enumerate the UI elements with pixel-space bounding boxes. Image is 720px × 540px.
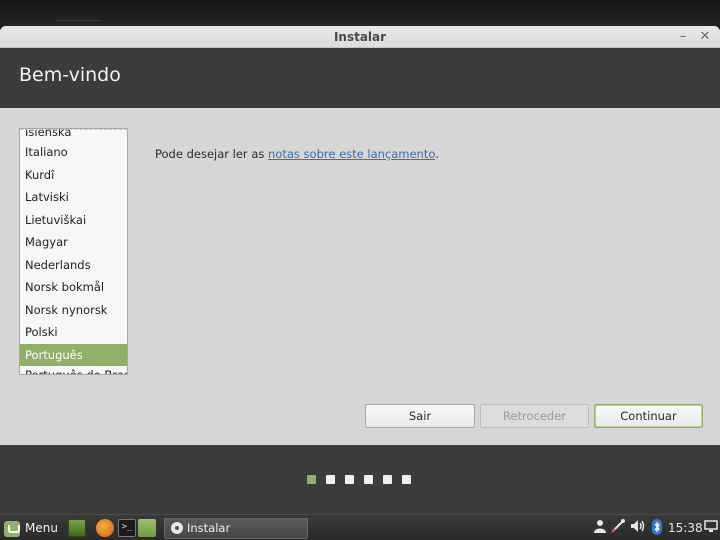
back-button[interactable]: Retroceder [480, 404, 589, 428]
release-note-suffix: . [435, 147, 439, 161]
user-icon[interactable] [592, 519, 608, 537]
language-item[interactable]: Português do Brasil [20, 366, 127, 374]
page-header: Bem-vindo [0, 48, 720, 108]
language-item[interactable]: Polski [20, 321, 127, 344]
language-list[interactable]: Íslenska Italiano Kurdî Latviski Lietuviškai… [19, 128, 128, 375]
firefox-icon[interactable] [96, 519, 114, 537]
release-note-prefix: Pode desejar ler as [155, 147, 269, 161]
progress-footer [0, 445, 720, 514]
screen-icon[interactable] [703, 519, 719, 537]
language-item[interactable]: Norsk nynorsk [20, 299, 127, 322]
minimize-button[interactable]: – [674, 28, 692, 46]
taskbar-installer-task[interactable]: Instalar [164, 518, 308, 539]
bluetooth-icon[interactable] [650, 519, 664, 537]
page-title: Bem-vindo [19, 64, 121, 86]
language-item[interactable]: Nederlands [20, 254, 127, 277]
language-item[interactable]: Latviski [20, 186, 127, 209]
step-dot [345, 475, 354, 484]
language-item[interactable]: Norsk bokmål [20, 276, 127, 299]
network-icon[interactable] [610, 519, 626, 537]
installer-window: Instalar – ✕ Bem-vindo Íslenska Italiano K… [0, 26, 720, 514]
step-dot [364, 475, 373, 484]
release-notes-link[interactable]: notas sobre este lançamento [268, 147, 435, 161]
step-dot [402, 475, 411, 484]
step-indicator [307, 475, 411, 484]
language-item[interactable]: Íslenska [20, 129, 127, 141]
language-items: Íslenska Italiano Kurdî Latviski Lietuviškai… [20, 129, 127, 374]
show-desktop-icon[interactable] [68, 519, 86, 537]
files-icon[interactable] [138, 519, 156, 537]
language-item[interactable]: Kurdî [20, 164, 127, 187]
language-item[interactable]: Italiano [20, 141, 127, 164]
task-label: Instalar [187, 521, 231, 535]
step-dot-active [307, 475, 316, 484]
main-content: Íslenska Italiano Kurdî Latviski Lietuviškai… [0, 108, 720, 445]
language-item[interactable]: Magyar [20, 231, 127, 254]
terminal-icon[interactable]: >_ [118, 519, 136, 537]
language-item[interactable]: Lietuviškai [20, 209, 127, 232]
window-titlebar[interactable]: Instalar – ✕ [0, 26, 720, 48]
release-note: Pode desejar ler as notas sobre este lan… [155, 147, 439, 161]
desktop-background [0, 0, 720, 26]
menu-button[interactable]: Menu [4, 519, 62, 537]
window-title: Instalar [333, 30, 387, 44]
continue-button[interactable]: Continuar [594, 404, 703, 428]
mint-logo-icon [4, 520, 20, 537]
step-dot [383, 475, 392, 484]
quit-button[interactable]: Sair [365, 404, 475, 428]
disc-icon [171, 521, 183, 534]
close-button[interactable]: ✕ [696, 28, 714, 46]
menu-label: Menu [25, 521, 58, 535]
taskbar: Menu >_ Instalar 15:38 [0, 514, 720, 540]
step-dot [326, 475, 335, 484]
language-item-selected[interactable]: Português [20, 343, 127, 366]
volume-icon[interactable] [630, 519, 646, 537]
list-top-divider [20, 129, 127, 130]
clock[interactable]: 15:38 [668, 519, 703, 537]
